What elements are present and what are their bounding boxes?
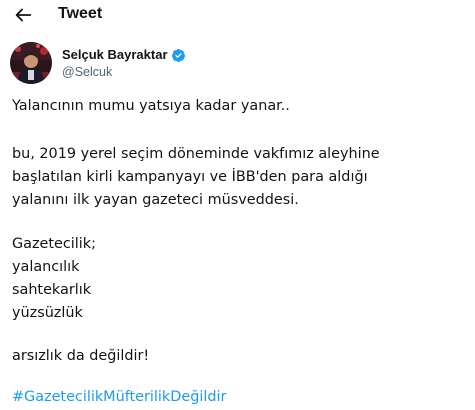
tweet-line: Gazetecilik; — [12, 236, 96, 252]
tweet-line: yalanını ilk yayan gazeteci müsveddesi. — [12, 192, 299, 208]
author-display-name[interactable]: Selçuk Bayraktar — [62, 46, 168, 64]
tweet-line: Yalancının mumu yatsıya kadar yanar.. — [12, 98, 290, 114]
author-handle[interactable]: @Selcuk — [62, 64, 186, 80]
tweet-header: Tweet — [0, 0, 475, 32]
tweet-line: sahtekarlık — [12, 282, 92, 298]
author-name-row: Selçuk Bayraktar — [62, 46, 186, 64]
hashtag-link[interactable]: #GazetecilikMüfterilikDeğildir — [12, 388, 226, 407]
tweet-line: arsızlık da değildir! — [12, 348, 150, 364]
verified-badge-icon — [171, 48, 185, 62]
tweet-author: Selçuk Bayraktar @Selcuk — [62, 46, 186, 80]
tweet-line: başlatılan kirli kampanyayı ve İBB'den p… — [12, 169, 368, 185]
tweet-line: bu, 2019 yerel seçim döneminde vakfımız … — [12, 146, 380, 162]
page-title: Tweet — [58, 5, 103, 22]
avatar[interactable] — [10, 42, 52, 84]
tweet-line: yüzsüzlük — [12, 305, 83, 321]
tweet-line: yalancılık — [12, 259, 80, 275]
arrow-left-icon[interactable] — [12, 4, 34, 26]
